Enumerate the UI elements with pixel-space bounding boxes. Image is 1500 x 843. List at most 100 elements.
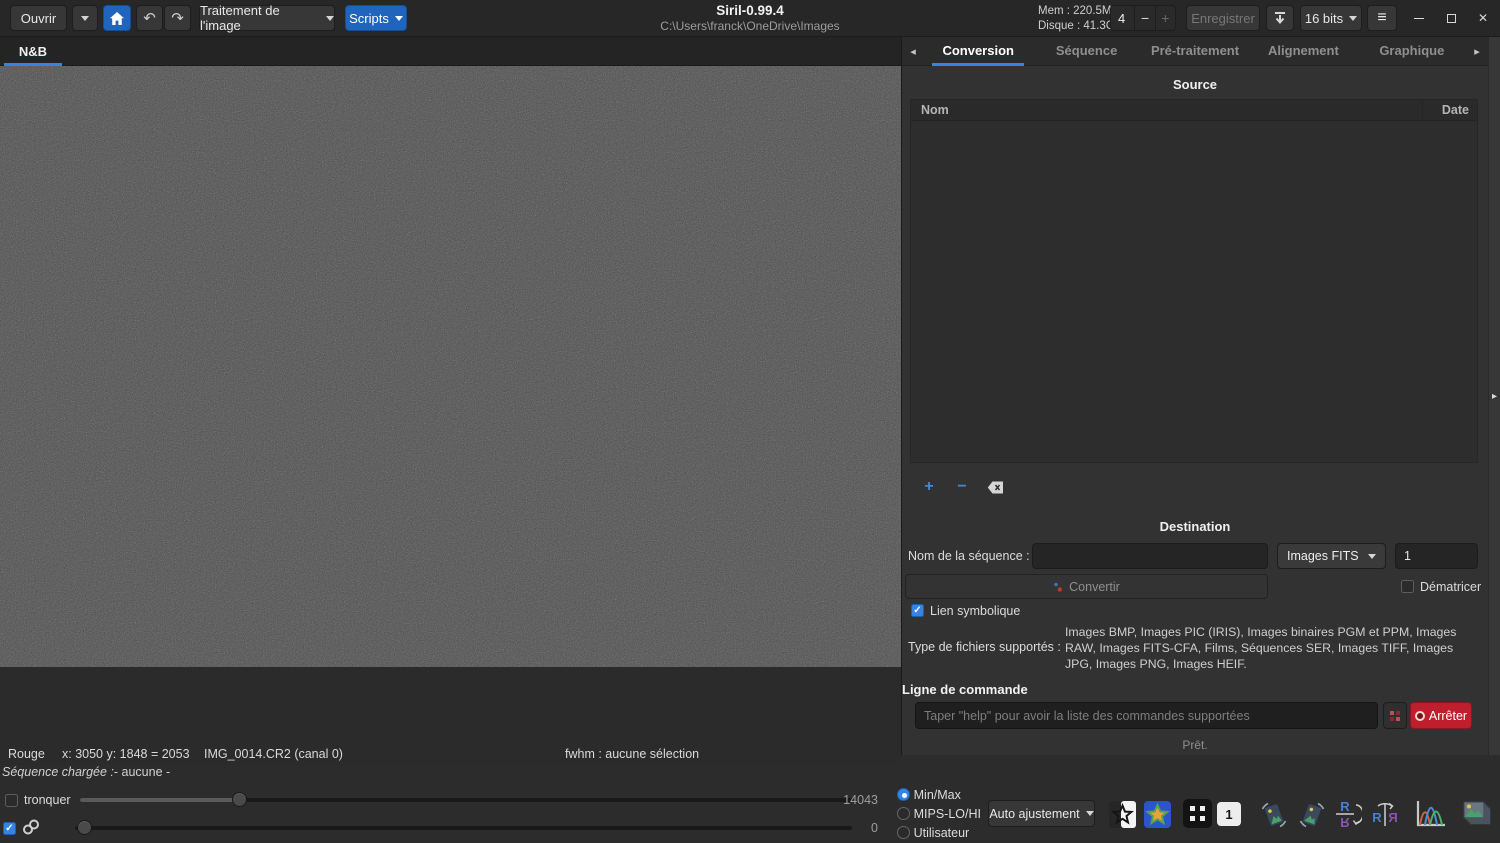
pixel-coords-label: x: 3050 y: 1848 = 2053 — [62, 747, 190, 761]
rotate-left-button[interactable] — [1258, 799, 1289, 830]
mirror-horizontal-button[interactable]: RЯ — [1370, 798, 1400, 830]
auto-adjust-select[interactable]: Auto ajustement — [988, 800, 1095, 827]
histogram-icon — [1414, 799, 1447, 829]
viewer-tabbar: N&B — [0, 37, 901, 66]
undo-icon: ↶ — [143, 9, 156, 27]
tab-pretraitement[interactable]: Pré-traitement — [1141, 37, 1249, 65]
truncate-checkbox[interactable] — [5, 794, 18, 807]
convert-button[interactable]: Convertir — [905, 574, 1268, 599]
viewer-statusbar: Rouge x: 3050 y: 1848 = 2053 IMG_0014.CR… — [0, 745, 901, 765]
image-canvas[interactable] — [0, 66, 901, 667]
command-grid-icon — [1389, 710, 1401, 722]
expand-panel-icon: ▸ — [1492, 391, 1497, 402]
resource-info: Mem : 220.5M Disque : 41.3G — [1038, 4, 1115, 34]
start-index-input[interactable] — [1395, 543, 1478, 569]
restore-button[interactable] — [1436, 5, 1466, 31]
rotate-right-button[interactable] — [1296, 799, 1327, 830]
sequence-name-input[interactable] — [1032, 543, 1268, 569]
source-section-title: Source — [902, 77, 1488, 92]
command-list-button[interactable] — [1383, 702, 1407, 729]
command-input[interactable] — [915, 702, 1378, 729]
symlink-checkbox[interactable]: ✓ — [911, 604, 924, 617]
output-format-select[interactable]: Images FITS — [1277, 543, 1386, 569]
chain-link-icon — [21, 817, 41, 840]
zoom-fit-button[interactable] — [1183, 799, 1212, 828]
sequence-list-button[interactable] — [1459, 798, 1493, 830]
color-star-icon — [1144, 801, 1171, 828]
app-menu-button[interactable]: ≡ — [1367, 5, 1397, 31]
home-icon — [110, 12, 124, 25]
scripts-menu-button[interactable]: Scripts — [345, 5, 407, 31]
radio-icon — [897, 826, 910, 839]
zoom-increase-button[interactable]: + — [1155, 6, 1175, 30]
histogram-button[interactable] — [1413, 798, 1447, 830]
bit-depth-select[interactable]: 16 bits — [1300, 5, 1362, 31]
open-button[interactable]: Ouvrir — [10, 5, 67, 31]
mirror-horizontal-icon: RЯ — [1370, 798, 1400, 830]
collapsed-panel-strip[interactable]: ▸ — [1488, 37, 1500, 755]
source-table-header: Nom Date — [911, 100, 1477, 121]
stop-record-icon — [1415, 711, 1425, 721]
low-level-value: 0 — [820, 821, 878, 835]
minimize-icon — [1414, 18, 1424, 19]
svg-text:R: R — [1340, 799, 1350, 814]
tab-alignement[interactable]: Alignement — [1249, 37, 1357, 65]
remove-files-button[interactable]: − — [951, 477, 973, 497]
sequence-name-label: Nom de la séquence : — [908, 549, 1030, 563]
tab-nb[interactable]: N&B — [4, 37, 62, 66]
viewer-background — [0, 667, 901, 745]
tabs-scroll-right-button[interactable]: ▸ — [1466, 45, 1488, 58]
radio-icon — [897, 807, 910, 820]
close-button[interactable]: ✕ — [1468, 5, 1498, 31]
redo-button[interactable]: ↷ — [164, 5, 191, 31]
high-level-slider[interactable] — [80, 798, 852, 802]
zoom-decrease-button[interactable]: − — [1134, 6, 1154, 30]
display-mode-user[interactable]: Utilisateur — [897, 825, 969, 840]
link-levels-checkbox[interactable]: ✓ — [3, 822, 16, 835]
low-level-handle[interactable] — [77, 820, 92, 835]
supported-types-label: Type de fichiers supportés : — [908, 640, 1061, 654]
zoom-fit-icon — [1183, 799, 1212, 828]
sequence-status: Séquence chargée :- aucune - — [2, 765, 170, 779]
column-nom[interactable]: Nom — [921, 103, 949, 117]
titlebar: Ouvrir ↶ ↷ Traitement de l'image Scripts… — [0, 0, 1500, 37]
tab-graphique[interactable]: Graphique — [1358, 37, 1466, 65]
image-processing-menu-button[interactable]: Traitement de l'image — [199, 5, 335, 31]
low-level-slider[interactable] — [75, 826, 852, 830]
color-star-display-button[interactable] — [1143, 800, 1171, 828]
bw-star-display-button[interactable] — [1108, 800, 1136, 828]
home-button[interactable] — [103, 5, 131, 31]
svg-text:R: R — [1340, 815, 1350, 830]
symlink-label: Lien symbolique — [930, 604, 1020, 618]
svg-text:R: R — [1372, 810, 1382, 825]
display-mode-minmax[interactable]: Min/Max — [897, 787, 961, 802]
save-as-button[interactable] — [1266, 5, 1294, 31]
column-date[interactable]: Date — [1442, 103, 1469, 117]
demosaic-checkbox[interactable] — [1401, 580, 1414, 593]
clear-list-button[interactable] — [984, 477, 1006, 497]
display-mode-mips[interactable]: MIPS-LO/HI — [897, 806, 981, 821]
high-level-handle[interactable] — [232, 792, 247, 807]
tab-conversion[interactable]: Conversion — [924, 37, 1032, 65]
column-separator — [1422, 100, 1423, 121]
source-file-table[interactable]: Nom Date — [910, 99, 1478, 463]
tabs-scroll-left-button[interactable]: ◂ — [902, 45, 924, 58]
loaded-image-noise — [0, 66, 901, 667]
restore-icon — [1447, 14, 1456, 23]
tab-sequence[interactable]: Séquence — [1032, 37, 1140, 65]
open-recent-button[interactable] — [72, 5, 98, 31]
caret-down-icon — [395, 16, 403, 21]
channel-label: Rouge — [8, 747, 45, 761]
undo-button[interactable]: ↶ — [136, 5, 163, 31]
backspace-icon — [987, 481, 1004, 494]
zoom-spinbox[interactable]: 4 − + — [1110, 5, 1176, 31]
destination-section-title: Destination — [902, 519, 1488, 534]
zoom-100-button[interactable]: 1 — [1217, 802, 1241, 826]
mirror-vertical-button[interactable]: RR — [1333, 798, 1363, 830]
supported-types-value: Images BMP, Images PIC (IRIS), Images bi… — [1065, 624, 1471, 672]
high-level-fill — [80, 798, 240, 802]
save-button[interactable]: Enregistrer — [1186, 5, 1260, 31]
minimize-button[interactable] — [1404, 5, 1434, 31]
stop-button[interactable]: Arrêter — [1410, 702, 1472, 729]
add-files-button[interactable]: + — [918, 477, 940, 497]
